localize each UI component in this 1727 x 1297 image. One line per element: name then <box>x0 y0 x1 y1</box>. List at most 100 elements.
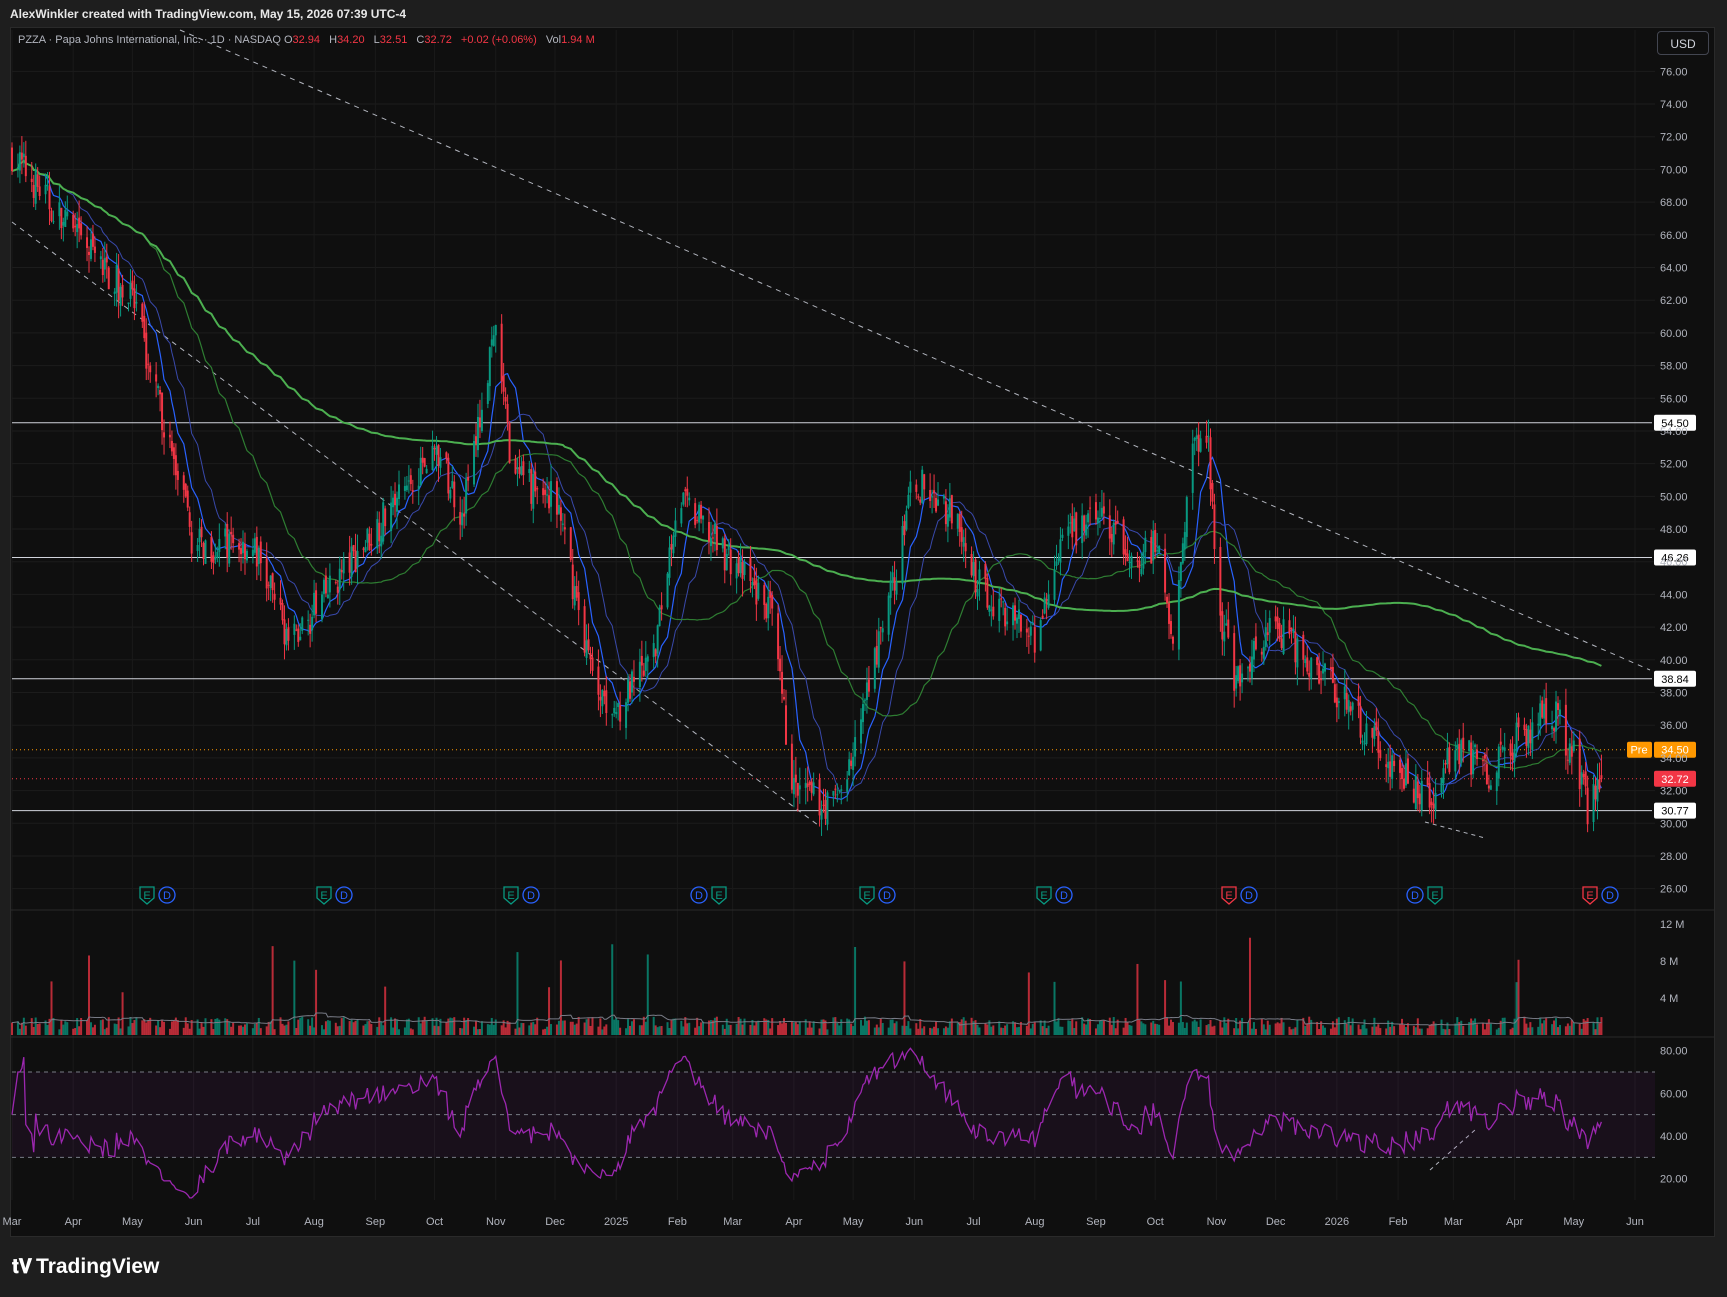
candle-body <box>702 515 705 520</box>
price-axis-tick: 26.00 <box>1660 884 1688 896</box>
volume-bar <box>1420 1028 1423 1035</box>
volume-bar <box>1061 1026 1064 1035</box>
volume-bar <box>933 1026 936 1035</box>
volume-bar <box>459 1027 462 1035</box>
candle-body <box>901 525 904 584</box>
candle-body <box>1481 760 1484 762</box>
volume-bar <box>1318 1029 1321 1035</box>
candle-body <box>1371 727 1374 738</box>
candle-body <box>863 699 866 701</box>
candle-body <box>1237 666 1240 682</box>
time-axis-label: Nov <box>1207 1216 1227 1228</box>
volume-bar <box>771 1018 774 1035</box>
candle-body <box>1320 679 1323 681</box>
volume-bar <box>640 1025 643 1035</box>
candle-body <box>1140 568 1143 575</box>
candle-body <box>810 781 813 793</box>
volume-bar <box>1365 1028 1368 1035</box>
volume-bar <box>238 1025 241 1035</box>
time-axis: Mar Apr May Jun Jul Aug Sep Oct Nov Dec 2025 Feb Mar… <box>3 1216 1644 1228</box>
candle-body <box>644 657 647 671</box>
time-axis-label: Jun <box>905 1216 923 1228</box>
volume-bar <box>613 1019 616 1035</box>
candle-body <box>1239 665 1242 687</box>
candle-body <box>1211 483 1214 502</box>
volume-bar <box>779 1021 782 1035</box>
close-value: 32.72 <box>424 34 452 46</box>
volume-bar <box>1274 1023 1277 1035</box>
candle-body <box>670 544 673 550</box>
price-chart-svg[interactable]: 54.5046.2638.8430.7734.50Pre32.72 12 M8 … <box>0 0 1727 1297</box>
candle-body <box>822 804 825 806</box>
candle-body <box>1555 701 1558 732</box>
candle-body <box>1122 519 1125 555</box>
currency-button[interactable]: USD <box>1657 31 1709 55</box>
volume-bar <box>1247 1022 1250 1035</box>
volume-bar <box>1485 1023 1488 1035</box>
candle-body <box>409 475 412 485</box>
volume-bar <box>948 1021 951 1035</box>
candle-body <box>336 586 339 593</box>
last-price-label: 32.72 <box>1661 774 1689 786</box>
candle-body <box>238 543 241 550</box>
candle-body <box>44 184 47 195</box>
volume-bar <box>713 1017 716 1035</box>
candle-body <box>1592 784 1595 823</box>
volume-bar <box>822 1019 825 1035</box>
candle-body <box>1361 740 1364 743</box>
candle-body <box>978 569 981 583</box>
volume-bar <box>654 1025 657 1035</box>
volume-bar <box>784 1023 787 1035</box>
volume-bar <box>826 1029 829 1035</box>
price-axis-tick: 34.00 <box>1660 753 1688 765</box>
volume-bar <box>875 1024 878 1035</box>
volume-bar <box>921 1028 924 1035</box>
candle-body <box>709 538 712 547</box>
volume-bar <box>1572 1022 1575 1035</box>
candle-body <box>396 497 399 512</box>
volume-bar <box>514 1028 517 1035</box>
volume-bar <box>301 1016 304 1035</box>
candle-body <box>200 526 203 538</box>
candle-body <box>492 335 495 346</box>
volume-bar <box>11 1022 13 1035</box>
candle-body <box>103 258 106 270</box>
candle-body <box>1513 749 1516 762</box>
candle-body <box>1499 741 1502 745</box>
candle-body <box>923 474 926 490</box>
candle-body <box>1083 515 1086 531</box>
candle-body <box>72 214 75 229</box>
candle-body <box>1061 534 1064 538</box>
volume-bar <box>1071 1018 1074 1035</box>
tradingview-logo[interactable]: 𝐭𝐕 TradingView <box>12 1255 159 1279</box>
volume-bar <box>1209 1019 1212 1035</box>
candle-body <box>658 607 661 627</box>
candle-body <box>530 469 533 504</box>
volume-bar <box>630 1021 633 1035</box>
volume-bar <box>1043 1020 1046 1035</box>
time-axis-label: Nov <box>486 1216 506 1228</box>
volume-bar <box>476 1029 479 1035</box>
volume-bar <box>86 1020 89 1035</box>
time-axis-label: Mar <box>723 1216 742 1228</box>
candle-body <box>380 535 383 547</box>
volume-bar <box>1089 1019 1092 1035</box>
volume-bar <box>232 1022 235 1035</box>
volume-bar <box>668 1028 671 1035</box>
volume-bar <box>550 1024 553 1035</box>
volume-bar <box>1207 1024 1210 1035</box>
volume-bar <box>320 1025 323 1035</box>
candle-body <box>506 403 509 423</box>
candle-body <box>986 577 989 608</box>
candle-body <box>141 303 144 322</box>
candle-body <box>182 475 185 490</box>
candle-body <box>354 550 357 573</box>
candle-body <box>1537 723 1540 726</box>
volume-bar <box>1045 1028 1048 1035</box>
volume-bar <box>749 1024 752 1035</box>
volume-bar <box>1596 1017 1599 1035</box>
volume-bar <box>38 1023 41 1035</box>
price-axis-tick: 28.00 <box>1660 851 1688 863</box>
candle-body <box>127 302 130 304</box>
volume-bar <box>202 1026 205 1035</box>
